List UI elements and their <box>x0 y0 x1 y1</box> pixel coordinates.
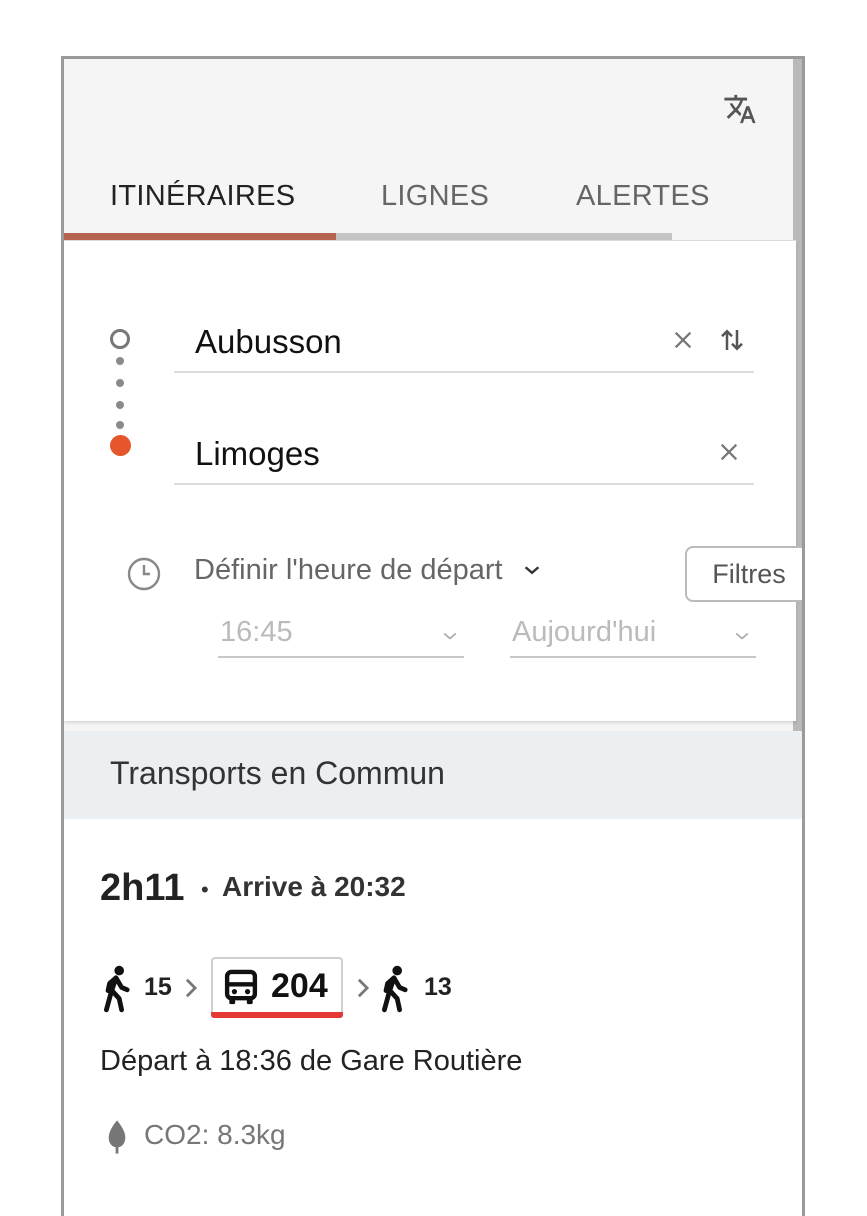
departure-info: Départ à 18:36 de Gare Routière <box>100 1045 523 1077</box>
clear-origin-button[interactable] <box>668 325 698 355</box>
time-select[interactable]: 16:45 <box>218 614 464 658</box>
origin-field[interactable]: Aubusson <box>174 311 754 373</box>
search-form: Aubusson Limoges Définir l'heure de dépa… <box>64 241 802 721</box>
clock-icon <box>127 557 161 591</box>
destination-value: Limoges <box>195 435 320 472</box>
swap-button[interactable] <box>712 321 752 359</box>
walk-duration-start: 15 <box>144 973 172 1001</box>
tab-track <box>336 233 672 240</box>
route-dot <box>116 357 124 365</box>
route-indicator <box>108 325 132 456</box>
origin-marker <box>110 329 130 349</box>
bus-line-color-bar <box>211 1012 343 1018</box>
clear-icon <box>674 331 692 349</box>
chevron-right-icon <box>357 978 370 998</box>
arrival-time: Arrive à 20:32 <box>222 871 406 902</box>
tab-lignes[interactable]: LIGNES <box>381 171 489 231</box>
tab-itineraires[interactable]: ITINÉRAIRES <box>110 171 295 231</box>
clear-destination-button[interactable] <box>714 437 744 467</box>
walk-icon <box>382 965 408 1013</box>
time-select-value: 16:45 <box>220 616 293 648</box>
trip-duration: 2h11 <box>100 867 185 909</box>
chevron-down-icon <box>524 566 539 575</box>
leaf-icon <box>108 1120 126 1154</box>
date-select[interactable]: Aujourd'hui <box>510 614 756 658</box>
itinerary-panel: ITINÉRAIRES LIGNES ALERTES Aubusson Limo… <box>61 56 805 1216</box>
filters-button[interactable]: Filtres <box>685 546 802 602</box>
date-select-value: Aujourd'hui <box>512 616 657 648</box>
bus-line-badge: 204 <box>211 957 343 1017</box>
time-row: Définir l'heure de départ Filtres 16:45 … <box>122 541 802 658</box>
section-header: Transports en Commun <box>64 731 802 819</box>
chevron-down-icon <box>735 632 749 640</box>
origin-value: Aubusson <box>195 323 342 360</box>
walk-icon <box>104 965 130 1013</box>
chevron-right-icon <box>185 978 198 998</box>
translate-icon <box>724 94 756 124</box>
clear-icon <box>720 443 738 461</box>
destination-field[interactable]: Limoges <box>174 423 754 485</box>
itinerary-result-card[interactable]: 2h11 • Arrive à 20:32 15 204 13 Départ à… <box>64 819 802 1216</box>
tab-alertes[interactable]: ALERTES <box>576 171 710 231</box>
co2-info: CO2: 8.3kg <box>100 1117 400 1157</box>
tab-bar: ITINÉRAIRES LIGNES ALERTES <box>64 171 796 241</box>
route-dot <box>116 421 124 429</box>
section-title: Transports en Commun <box>110 755 445 791</box>
translate-button[interactable] <box>720 89 760 129</box>
destination-marker <box>110 435 131 456</box>
co2-value: CO2: 8.3kg <box>144 1119 286 1150</box>
route-dot <box>116 401 124 409</box>
separator-dot: • <box>201 877 209 902</box>
bus-line-number: 204 <box>271 967 328 1005</box>
tab-active-indicator <box>64 233 336 240</box>
trip-legs: 15 204 13 <box>100 957 600 1027</box>
departure-time-toggle[interactable]: Définir l'heure de départ <box>194 554 543 587</box>
walk-duration-end: 13 <box>424 973 452 1001</box>
departure-time-label: Définir l'heure de départ <box>194 554 503 586</box>
swap-icon <box>721 329 743 351</box>
bus-icon <box>224 969 258 1005</box>
route-dot <box>116 379 124 387</box>
chevron-down-icon <box>443 632 457 640</box>
